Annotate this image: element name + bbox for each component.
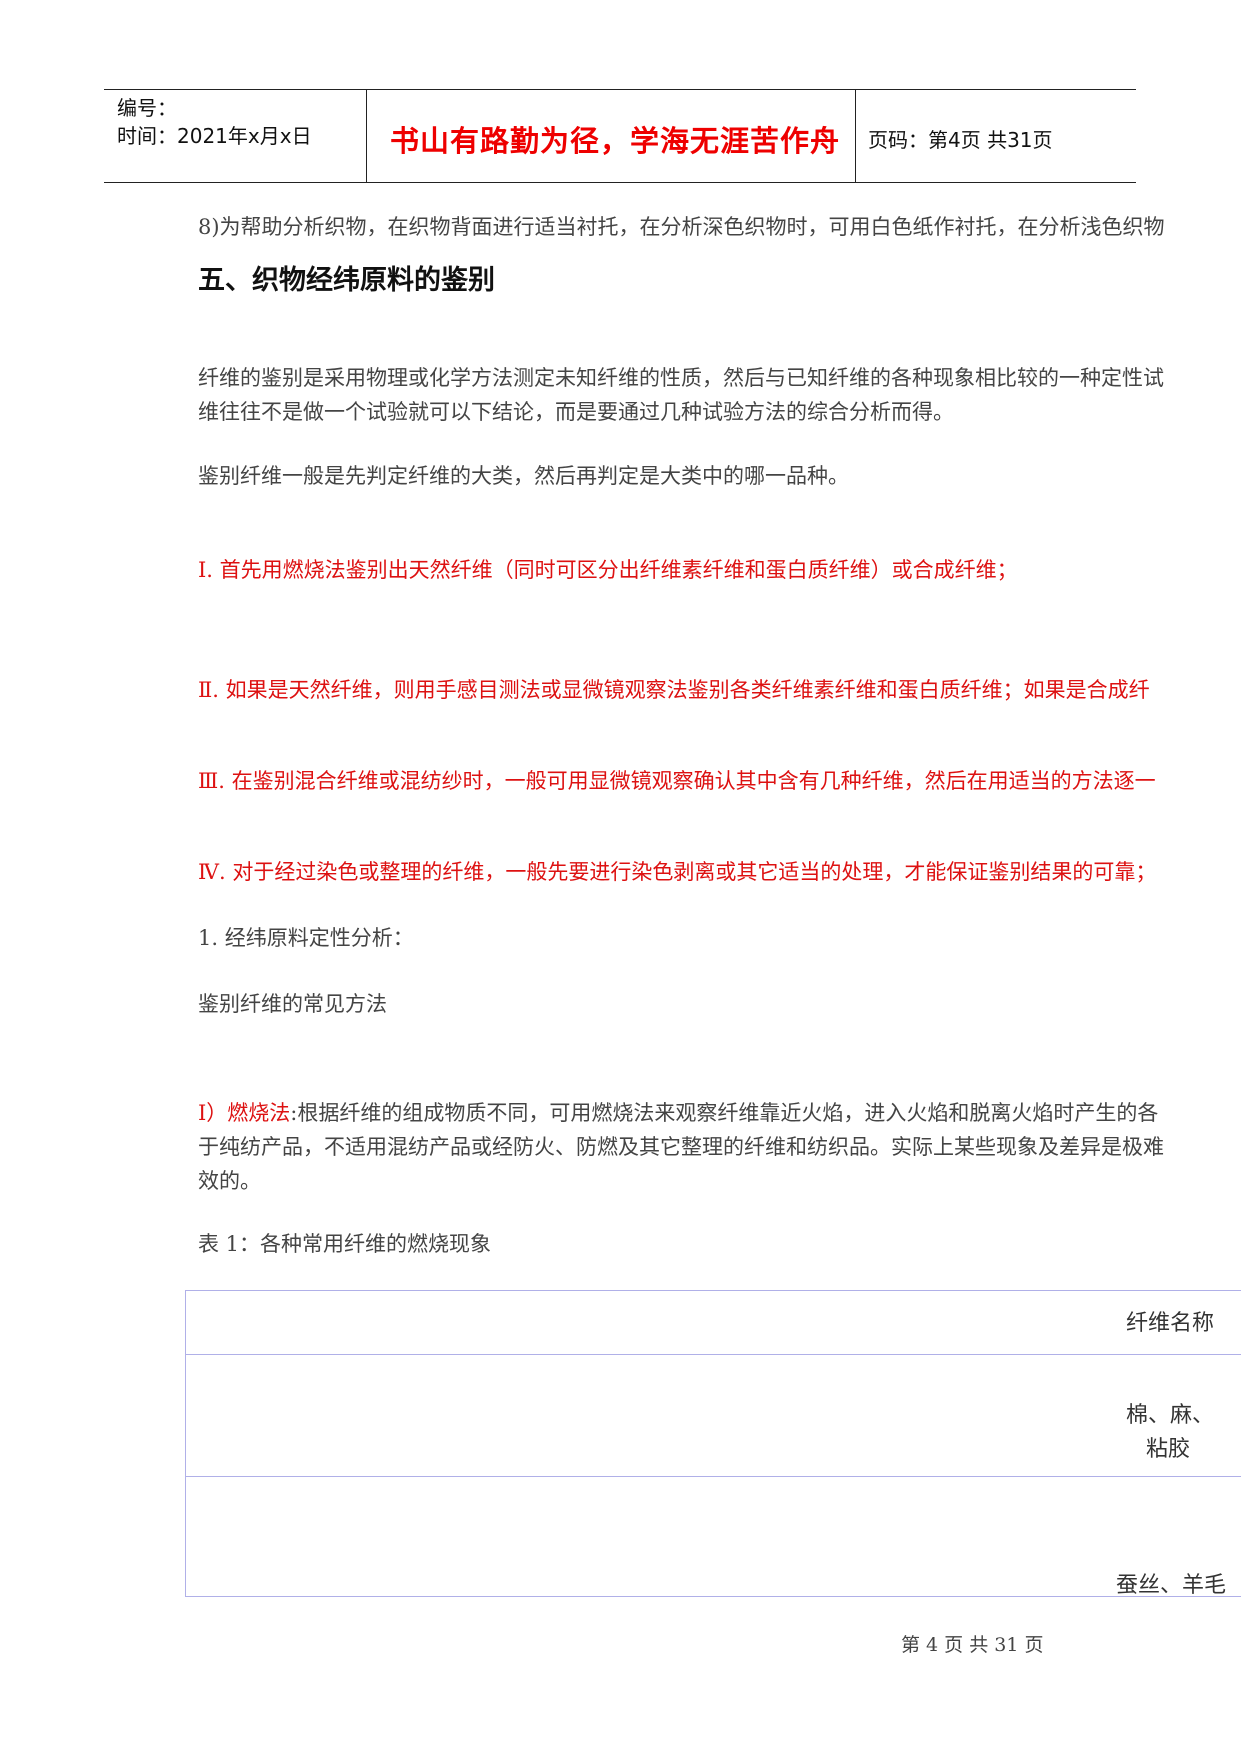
step-4: Ⅳ. 对于经过染色或整理的纤维，一般先要进行染色剥离或其它适当的处理，才能保证鉴… — [198, 860, 1157, 884]
paragraph-intro-line2: 维往往不是做一个试验就可以下结论，而是要通过几种试验方法的综合分析而得。 — [198, 400, 954, 424]
burning-method-line2: 于纯纺产品，不适用混纺产品或经防火、防燃及其它整理的纤维和纺织品。实际上某些现象… — [198, 1135, 1164, 1159]
paragraph-intro-line1: 纤维的鉴别是采用物理或化学方法测定未知纤维的性质，然后与已知纤维的各种现象相比较… — [198, 366, 1164, 390]
table-cell-silk: 蚕丝、羊毛 — [1116, 1573, 1227, 1598]
header-divider-left — [366, 89, 367, 183]
table-row-separator — [186, 1476, 1241, 1477]
table-cell-cotton-line1: 棉、麻、 — [1126, 1403, 1215, 1428]
table-caption: 表 1：各种常用纤维的燃烧现象 — [198, 1232, 492, 1256]
burning-table: 纤维名称 棉、麻、 粘胶 蚕丝、羊毛 — [185, 1290, 1241, 1598]
subsection-qualitative: 1. 经纬原料定性分析： — [198, 926, 414, 950]
header-motto: 书山有路勤为径，学海无涯苦作舟 — [390, 124, 841, 158]
header-bottom-rule — [104, 182, 1136, 183]
section-heading: 五、织物经纬原料的鉴别 — [198, 265, 495, 296]
table-row-separator — [186, 1354, 1241, 1355]
burning-method-prefix: I）燃烧法 — [198, 1101, 291, 1125]
header-top-rule — [104, 89, 1136, 90]
header-divider-right — [855, 89, 856, 183]
burning-method-line1: I）燃烧法:根据纤维的组成物质不同，可用燃烧法来观察纤维靠近火焰，进入火焰和脱离… — [198, 1096, 1158, 1130]
burning-method-line3: 效的。 — [198, 1169, 261, 1193]
paragraph-classification: 鉴别纤维一般是先判定纤维的大类，然后再判定是大类中的哪一品种。 — [198, 464, 849, 488]
burning-method-text: :根据纤维的组成物质不同，可用燃烧法来观察纤维靠近火焰，进入火焰和脱离火焰时产生… — [290, 1101, 1159, 1125]
header-page-info: 页码：第4页 共31页 — [868, 128, 1053, 152]
page-footer: 第 4 页 共 31 页 — [901, 1634, 1044, 1656]
paragraph-item-8: 8)为帮助分析织物，在织物背面进行适当衬托，在分析深色织物时，可用白色纸作衬托，… — [198, 215, 1165, 239]
step-2: Ⅱ. 如果是天然纤维，则用手感目测法或显微镜观察法鉴别各类纤维素纤维和蛋白质纤维… — [198, 678, 1150, 702]
step-1: Ⅰ. 首先用燃烧法鉴别出天然纤维（同时可区分出纤维素纤维和蛋白质纤维）或合成纤维… — [198, 558, 1018, 582]
methods-label: 鉴别纤维的常见方法 — [198, 992, 387, 1016]
table-header-cell: 纤维名称 — [1126, 1311, 1215, 1336]
step-3: Ⅲ. 在鉴别混合纤维或混纺纱时，一般可用显微镜观察确认其中含有几种纤维，然后在用… — [198, 769, 1156, 793]
table-cell-cotton-line2: 粘胶 — [1146, 1437, 1191, 1462]
document-number-label: 编号： — [117, 96, 177, 120]
document-time-label: 时间：2021年x月x日 — [117, 124, 312, 148]
